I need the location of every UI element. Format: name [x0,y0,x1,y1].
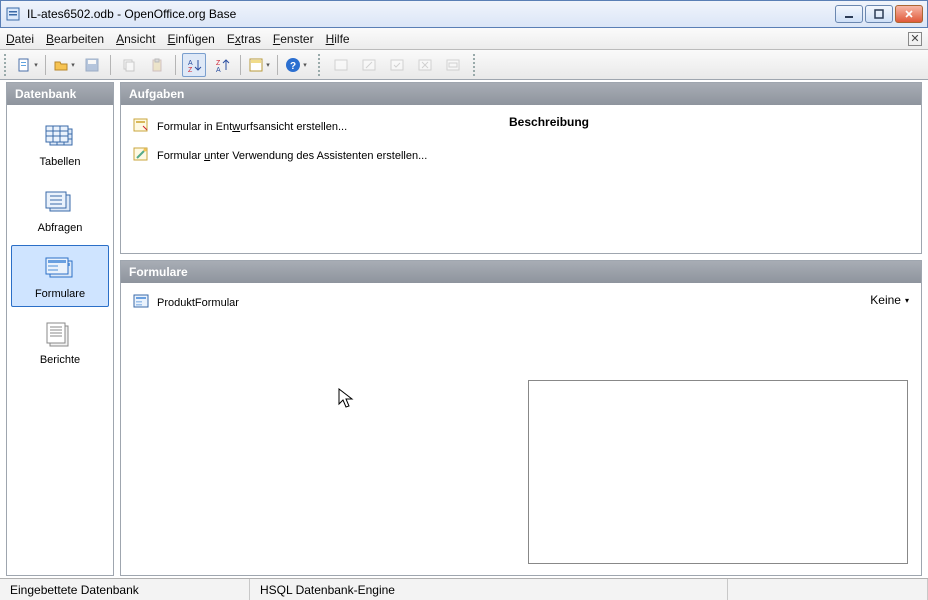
tb-delete-button [413,53,437,77]
sidebar-label-reports: Berichte [40,354,80,366]
description-label: Beschreibung [509,115,909,129]
minimize-button[interactable] [835,5,863,23]
svg-text:A: A [188,60,193,67]
menu-extras[interactable]: Extras [227,32,261,46]
status-left: Eingebettete Datenbank [0,579,250,600]
svg-text:A: A [216,67,221,73]
sidebar-item-reports[interactable]: Berichte [11,311,109,373]
toolbar-handle[interactable] [4,54,9,76]
queries-icon [42,188,78,218]
new-doc-button[interactable]: ▾ [15,53,39,77]
close-button[interactable] [895,5,923,23]
tb-rename-button [441,53,465,77]
app-icon [5,6,21,22]
sidebar-label-queries: Abfragen [38,222,83,234]
form-design-icon [133,117,149,136]
window-controls [835,5,923,23]
task-create-design-view[interactable]: Formular in Entwurfsansicht erstellen... [133,115,493,138]
sidebar-label-forms: Formulare [35,288,85,300]
sidebar-item-forms[interactable]: Formulare [11,245,109,307]
open-button[interactable]: ▾ [52,53,76,77]
menu-ansicht[interactable]: Ansicht [116,32,155,46]
status-mid: HSQL Datenbank-Engine [250,579,728,600]
tasks-pane: Aufgaben Formular in Entwurfsansicht ers… [120,82,922,254]
form-icon [133,293,149,312]
statusbar: Eingebettete Datenbank HSQL Datenbank-En… [0,578,928,600]
menu-datei[interactable]: Datei [6,32,34,46]
menu-fenster[interactable]: Fenster [273,32,314,46]
toolbar-handle-2[interactable] [318,54,323,76]
forms-icon [42,254,78,284]
help-button[interactable]: ?▾ [284,53,308,77]
window-title: IL-ates6502.odb - OpenOffice.org Base [27,7,236,21]
sort-asc-button[interactable]: AZ [182,53,206,77]
form-item-label: ProduktFormular [157,297,239,309]
view-mode-dropdown[interactable]: Keine ▾ [870,293,909,307]
form-wizard-icon [133,146,149,165]
task-create-wizard[interactable]: Formular unter Verwendung des Assistente… [133,144,493,167]
sidebar-title: Datenbank [7,83,113,105]
sidebar-item-tables[interactable]: Tabellen [11,113,109,175]
tb-new-form-button [329,53,353,77]
menu-bearbeiten[interactable]: Bearbeiten [46,32,104,46]
sidebar-item-queries[interactable]: Abfragen [11,179,109,241]
menubar: Datei Bearbeiten Ansicht Einfügen Extras… [0,28,928,50]
titlebar: IL-ates6502.odb - OpenOffice.org Base [0,0,928,28]
forms-title: Formulare [121,261,921,283]
menu-hilfe[interactable]: Hilfe [326,32,350,46]
svg-text:Z: Z [188,67,193,73]
paste-button [145,53,169,77]
chevron-down-icon: ▾ [905,296,909,305]
tasks-title: Aufgaben [121,83,921,105]
form-list-item[interactable]: ProduktFormular [133,293,239,312]
maximize-button[interactable] [865,5,893,23]
task-label-wizard: Formular unter Verwendung des Assistente… [157,150,427,162]
document-close-icon[interactable]: ✕ [908,32,922,46]
svg-text:Z: Z [216,60,221,67]
sidebar-label-tables: Tabellen [40,156,81,168]
tb-edit-button [357,53,381,77]
sort-desc-button[interactable]: ZA [210,53,234,77]
form-button[interactable]: ▾ [247,53,271,77]
sidebar: Datenbank Tabellen Abfragen Formulare [6,82,114,576]
task-label-design: Formular in Entwurfsansicht erstellen... [157,121,347,133]
tb-check-button [385,53,409,77]
toolbar: ▾ ▾ AZ ZA ▾ ?▾ [0,50,928,80]
tables-icon [42,122,78,152]
preview-box [528,380,908,564]
copy-button [117,53,141,77]
svg-text:?: ? [290,61,296,72]
status-right [728,579,928,600]
view-mode-label: Keine [870,293,901,307]
save-button [80,53,104,77]
toolbar-handle-3[interactable] [473,54,478,76]
menu-einfuegen[interactable]: Einfügen [167,32,214,46]
reports-icon [42,320,78,350]
